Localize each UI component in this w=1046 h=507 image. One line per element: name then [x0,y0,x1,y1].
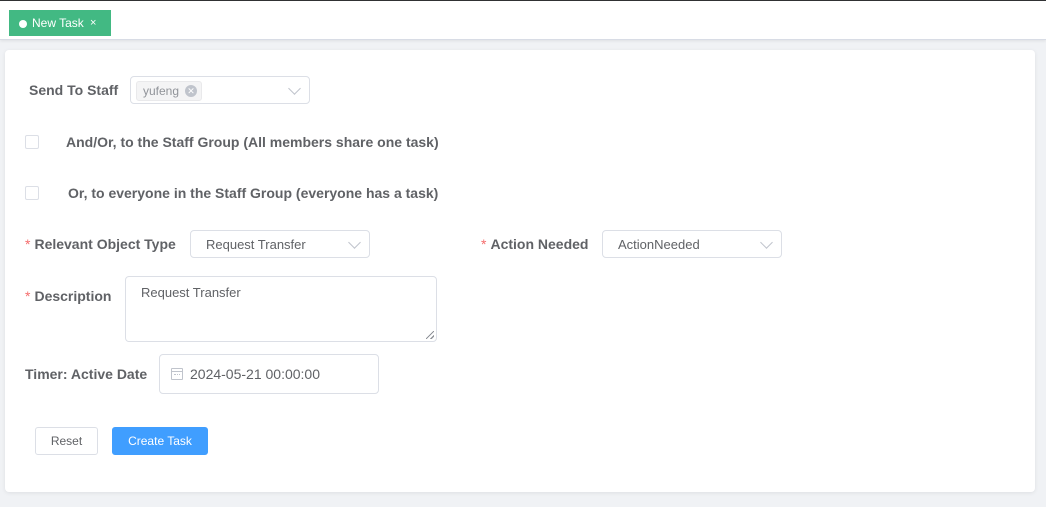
description-text: Description [34,288,112,304]
tab-active-dot-icon [19,20,27,28]
action-needed-value: ActionNeeded [618,237,700,252]
timer-active-date-picker[interactable]: 2024-05-21 00:00:00 [159,354,379,394]
tab-label: New Task [32,16,84,30]
action-needed-select[interactable]: ActionNeeded [602,230,782,258]
calendar-icon [171,368,183,380]
action-needed-label: * Action Needed [481,236,588,252]
description-value: Request Transfer [141,285,241,300]
tags-view-bar: New Task × [0,0,1046,40]
send-to-staff-label: Send To Staff [29,82,119,98]
staff-group-everyone-label: Or, to everyone in the Staff Group (ever… [68,185,439,201]
relevant-object-type-value: Request Transfer [206,237,306,252]
staff-tag-label: yufeng [143,84,180,98]
resize-handle-icon[interactable] [426,331,434,339]
staff-tag: yufeng ✕ [136,81,203,101]
staff-group-everyone-checkbox[interactable] [25,186,39,200]
create-task-button[interactable]: Create Task [112,427,208,455]
chevron-down-icon [760,236,773,249]
send-to-staff-select[interactable]: yufeng ✕ [130,76,310,104]
required-mark: * [25,236,31,252]
description-label: * Description [25,288,111,304]
task-form-card: Send To Staff yufeng ✕ And/Or, to the St… [5,50,1035,492]
required-mark: * [25,288,31,304]
chevron-down-icon [288,82,301,95]
required-mark: * [481,236,487,252]
relevant-object-type-select[interactable]: Request Transfer [190,230,370,258]
circle-close-icon[interactable]: ✕ [185,85,198,97]
timer-active-date-label: Timer: Active Date [25,366,148,382]
staff-group-share-label: And/Or, to the Staff Group (All members … [66,134,439,150]
tab-new-task[interactable]: New Task × [9,10,111,36]
timer-active-date-value: 2024-05-21 00:00:00 [190,366,320,382]
chevron-down-icon [348,236,361,249]
reset-button[interactable]: Reset [35,427,98,455]
relevant-object-type-text: Relevant Object Type [34,236,176,252]
staff-group-share-checkbox[interactable] [25,135,39,149]
relevant-object-type-label: * Relevant Object Type [25,236,176,252]
tab-close-icon[interactable]: × [90,11,96,35]
action-needed-text: Action Needed [490,236,589,252]
description-textarea[interactable]: Request Transfer [125,276,437,342]
